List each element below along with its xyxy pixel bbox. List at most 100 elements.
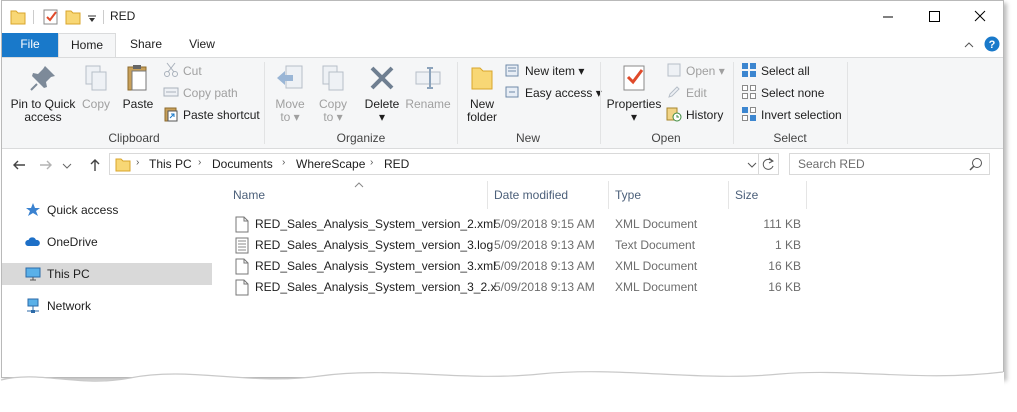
copy-path-label: Copy path — [183, 86, 238, 100]
minimize-button[interactable] — [865, 1, 911, 33]
file-size: 16 KB — [768, 259, 801, 273]
column-header-date-modified[interactable]: Date modified — [494, 181, 568, 209]
network-icon — [27, 298, 39, 313]
copy-to-button[interactable]: Copy to ▾ — [313, 62, 353, 124]
new-folder-quick-icon[interactable] — [65, 8, 81, 26]
paste-button[interactable]: Paste — [120, 62, 156, 111]
table-row[interactable]: RED_Sales_Analysis_System_version_3_2.x … — [224, 277, 804, 298]
tab-home[interactable]: Home — [58, 33, 116, 57]
address-bar[interactable]: › This PC › Documents › WhereScape › RED — [109, 153, 759, 175]
select-none-button[interactable]: Select none — [741, 83, 824, 103]
search-box[interactable]: Search RED — [789, 153, 990, 175]
file-name: RED_Sales_Analysis_System_version_2.xml — [255, 217, 496, 231]
rename-button[interactable]: Rename — [404, 62, 452, 111]
copy-path-button[interactable]: Copy path — [163, 83, 238, 103]
svg-text:?: ? — [989, 39, 996, 51]
tab-share[interactable]: Share — [118, 33, 174, 57]
ribbon-collapse-icon[interactable] — [962, 38, 976, 52]
paste-shortcut-button[interactable]: Paste shortcut — [163, 105, 260, 125]
up-button[interactable] — [85, 155, 105, 175]
breadcrumb-this-pc[interactable]: This PC — [149, 157, 192, 171]
back-button[interactable] — [10, 155, 30, 175]
invert-selection-button[interactable]: Invert selection — [741, 105, 842, 125]
file-date: 5/09/2018 9:15 AM — [494, 217, 595, 231]
history-button[interactable]: History — [666, 105, 723, 125]
table-row[interactable]: RED_Sales_Analysis_System_version_3.xml … — [224, 256, 804, 277]
cut-button[interactable]: Cut — [163, 61, 202, 81]
nav-item-network[interactable]: Network — [2, 295, 212, 317]
breadcrumb-wherescape[interactable]: WhereScape — [296, 157, 365, 171]
maximize-button[interactable] — [911, 1, 957, 33]
file-name: RED_Sales_Analysis_System_version_3.xml — [255, 259, 496, 273]
close-button[interactable] — [957, 1, 1003, 33]
ribbon-tabs: File Home Share View ? — [2, 33, 1003, 57]
breadcrumb-red[interactable]: RED — [384, 157, 409, 171]
pin-to-quick-access-button[interactable]: Pin to Quick access — [6, 62, 80, 124]
folder-icon — [10, 10, 26, 25]
group-separator — [733, 62, 734, 144]
new-group-label: New — [515, 131, 540, 145]
rename-icon — [415, 67, 441, 89]
file-type: XML Document — [615, 280, 698, 294]
column-header-size[interactable]: Size — [735, 181, 758, 209]
select-none-label: Select none — [761, 86, 825, 100]
refresh-icon — [762, 157, 774, 170]
scissors-icon — [164, 62, 178, 77]
search-input[interactable]: Search RED — [798, 157, 865, 171]
open-button[interactable]: Open ▾ — [666, 61, 725, 81]
open-icon — [667, 63, 681, 77]
group-separator — [847, 62, 848, 144]
cloud-icon — [25, 237, 40, 246]
organize-group-label: Organize — [336, 131, 386, 145]
nav-item-this-pc[interactable]: This PC — [2, 263, 212, 285]
customize-toolbar-icon[interactable] — [86, 8, 98, 26]
breadcrumb-separator: › — [370, 157, 374, 168]
help-icon[interactable]: ? — [984, 36, 1000, 52]
new-item-button[interactable]: New item ▾ — [505, 61, 584, 81]
refresh-button[interactable] — [759, 153, 779, 175]
properties-button[interactable]: Properties ▾ — [605, 62, 663, 124]
breadcrumb-separator: › — [136, 157, 140, 168]
column-header-name[interactable]: Name — [233, 181, 265, 209]
folder-icon — [115, 158, 131, 172]
sort-ascending-icon — [354, 182, 364, 188]
forward-button[interactable] — [36, 155, 56, 175]
chevron-down-icon — [62, 163, 72, 169]
select-all-icon — [742, 63, 756, 77]
file-explorer-window: RED File Home Share View ? Pin to Quick … — [1, 0, 1004, 378]
table-row[interactable]: RED_Sales_Analysis_System_version_2.xml … — [224, 214, 804, 235]
edit-button[interactable]: Edit — [666, 83, 707, 103]
address-dropdown-icon[interactable] — [746, 157, 758, 173]
copy-button[interactable]: Copy — [78, 62, 114, 111]
torn-edge-decoration — [0, 371, 1004, 412]
xml-file-icon — [235, 216, 249, 233]
tab-view[interactable]: View — [174, 33, 230, 57]
select-all-button[interactable]: Select all — [741, 61, 810, 81]
breadcrumb-separator: › — [198, 157, 202, 168]
easy-access-label: Easy access — [525, 86, 593, 100]
column-divider[interactable] — [608, 181, 609, 209]
column-header-type[interactable]: Type — [615, 181, 641, 209]
move-to-button[interactable]: Move to ▾ — [270, 62, 310, 124]
column-divider[interactable] — [487, 181, 488, 209]
column-divider[interactable] — [806, 181, 807, 209]
column-divider[interactable] — [728, 181, 729, 209]
delete-button[interactable]: Delete ▾ — [361, 62, 403, 124]
file-size: 111 KB — [763, 217, 801, 231]
divider — [33, 10, 34, 24]
copy-label: Copy — [81, 97, 110, 111]
monitor-icon — [25, 267, 41, 281]
recent-locations-button[interactable] — [60, 155, 74, 175]
move-to-label-line1: Move — [275, 97, 305, 111]
tab-file[interactable]: File — [2, 33, 58, 57]
xml-file-icon — [235, 279, 249, 296]
properties-quick-icon[interactable] — [42, 8, 60, 26]
copy-to-label-line1: Copy — [318, 97, 347, 111]
table-row[interactable]: RED_Sales_Analysis_System_version_3.log … — [224, 235, 804, 256]
properties-label: Properties — [606, 97, 662, 111]
breadcrumb-documents[interactable]: Documents — [212, 157, 273, 171]
nav-item-quick-access[interactable]: Quick access — [2, 199, 212, 221]
new-folder-button[interactable]: New folder — [462, 62, 502, 124]
nav-item-onedrive[interactable]: OneDrive — [2, 231, 212, 253]
easy-access-button[interactable]: Easy access ▾ — [505, 83, 602, 103]
